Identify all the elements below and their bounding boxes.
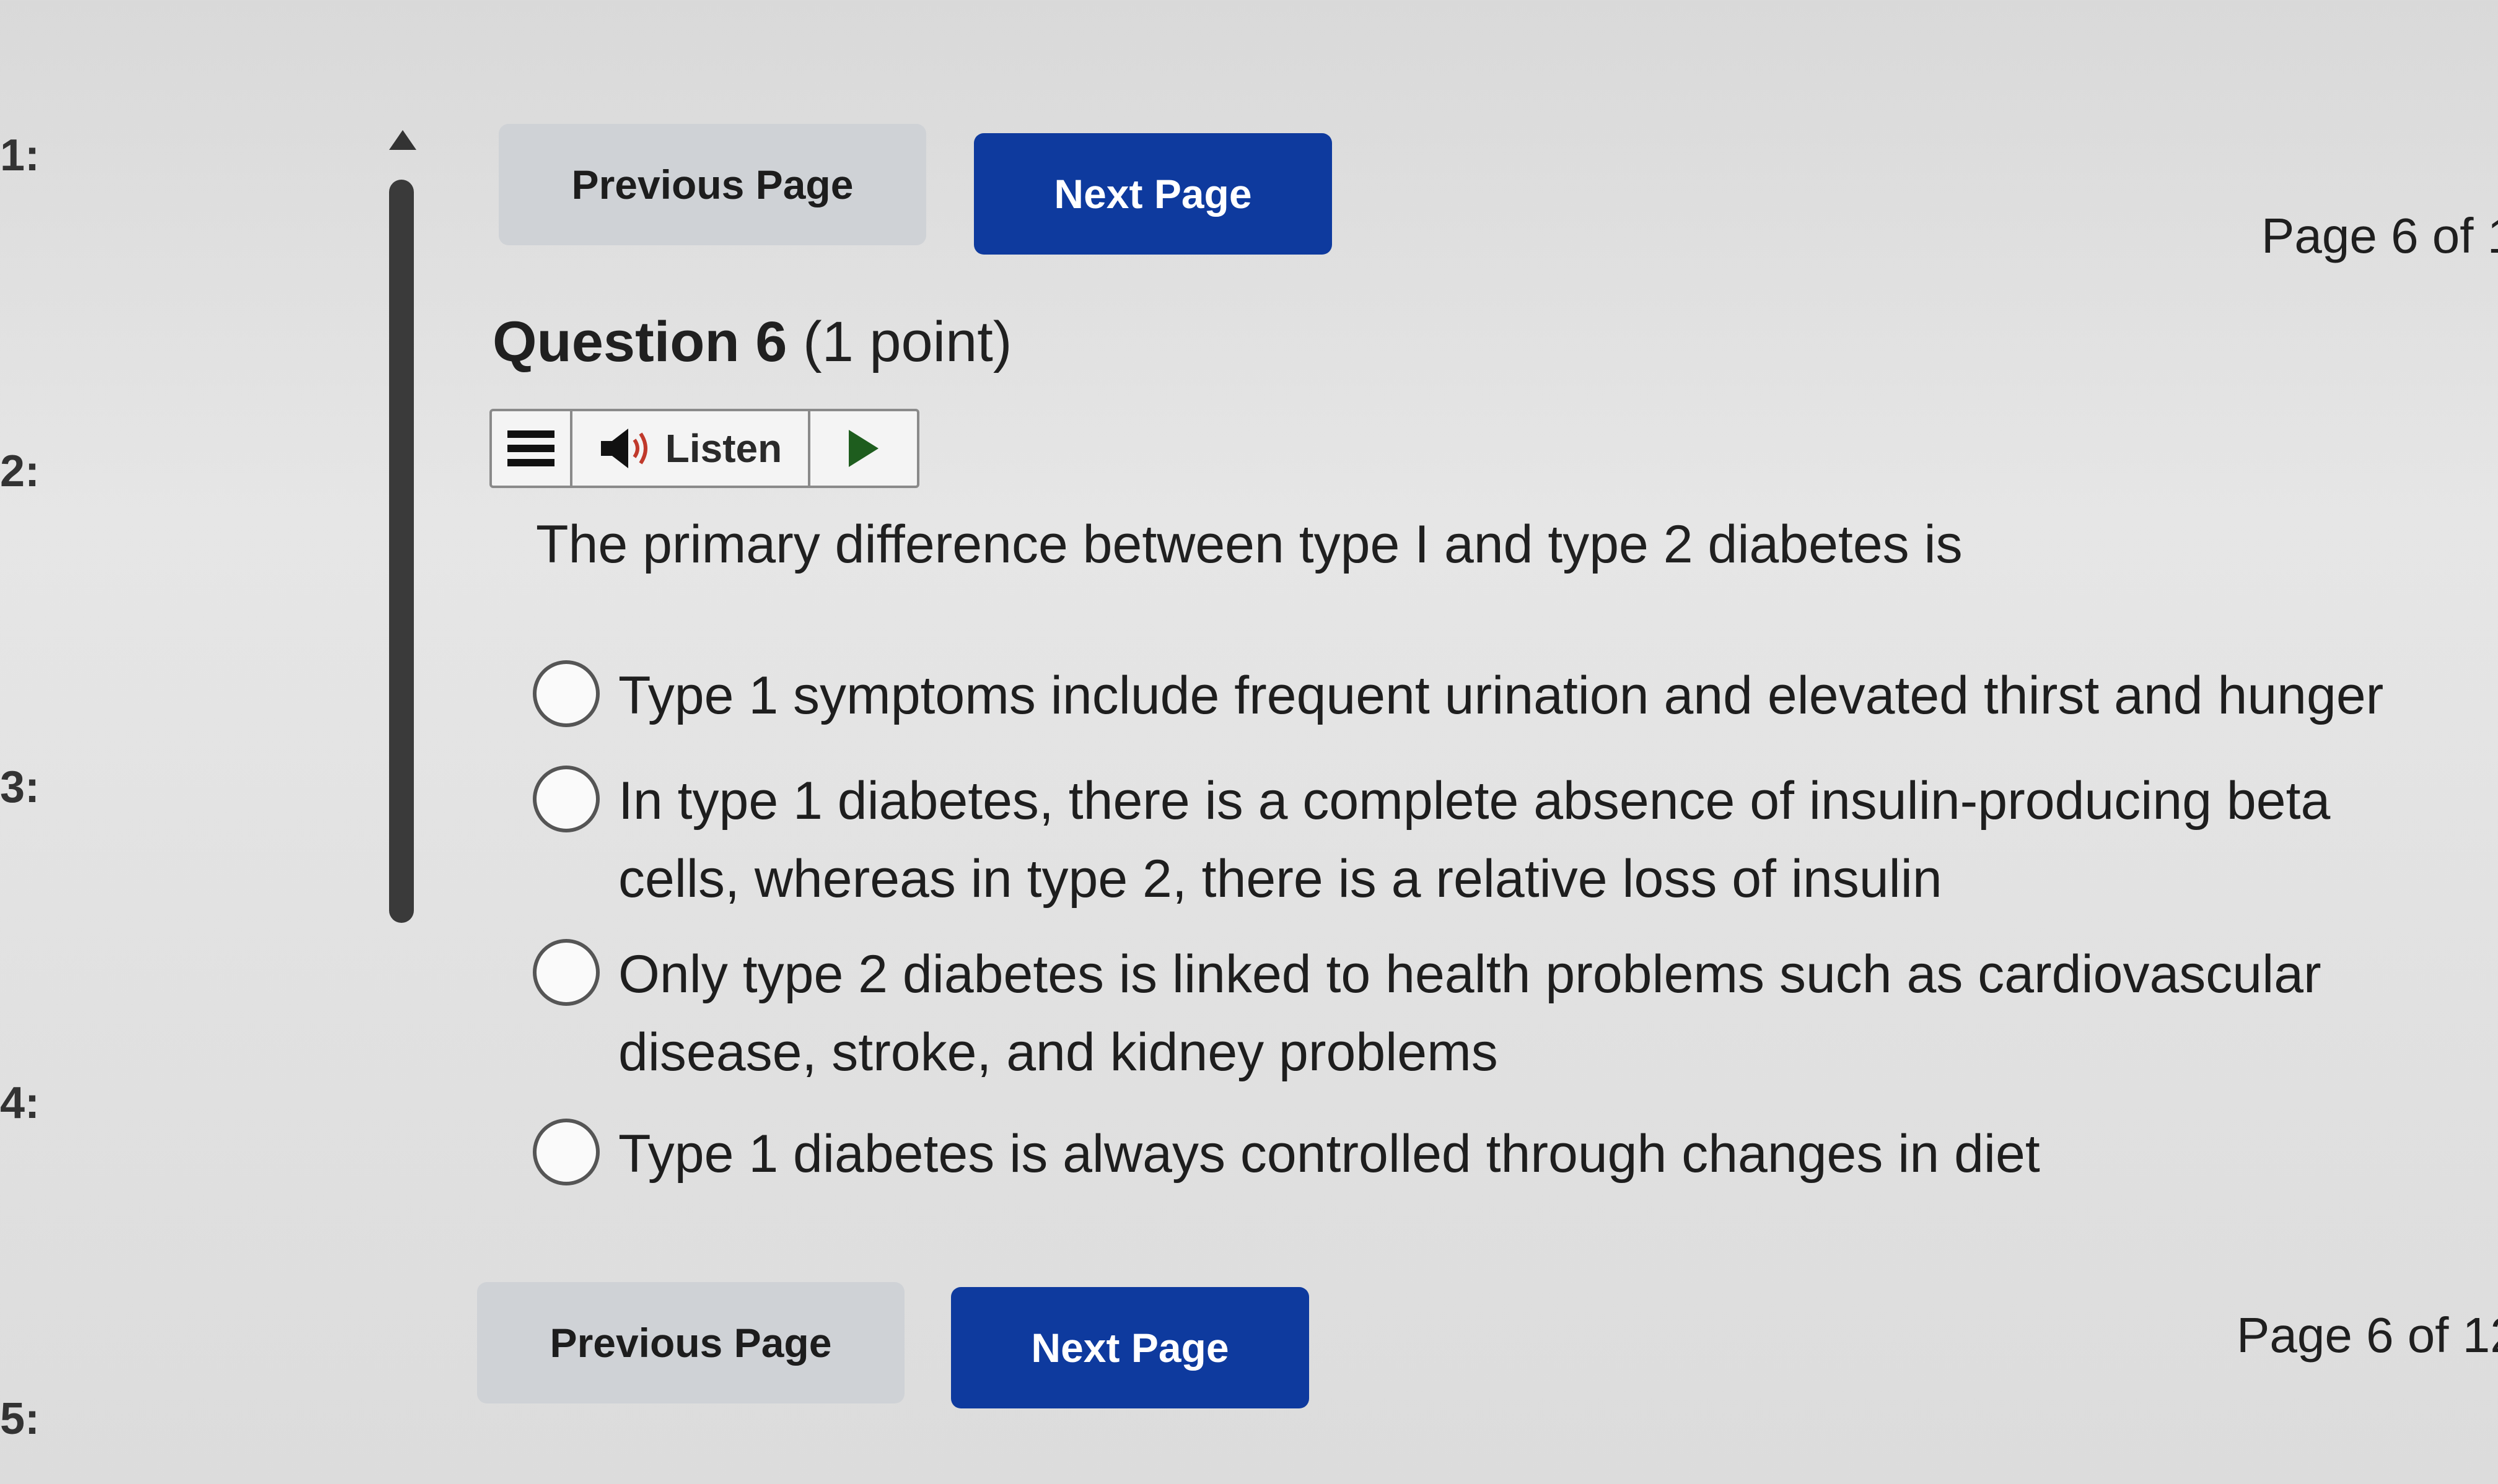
question-nav-item-2[interactable]: 2: — [0, 446, 40, 497]
next-page-button-top[interactable]: Next Page — [974, 133, 1332, 255]
next-page-button-bottom[interactable]: Next Page — [951, 1287, 1309, 1408]
answer-option-2-label: In type 1 diabetes, there is a complete … — [618, 771, 2331, 909]
play-button[interactable] — [810, 411, 917, 486]
play-icon — [849, 430, 879, 467]
question-text: The primary difference between type I an… — [536, 515, 1963, 574]
question-nav-item-4[interactable]: 4: — [0, 1078, 40, 1128]
scroll-up-arrow-icon[interactable] — [389, 130, 416, 150]
radio-button-2[interactable] — [533, 766, 600, 832]
answer-option-1-label: Type 1 symptoms include frequent urinati… — [618, 666, 2384, 725]
radio-button-1[interactable] — [533, 660, 600, 727]
toolbar-menu-button[interactable] — [492, 411, 572, 486]
question-points: (1 point) — [802, 310, 1012, 373]
radio-button-3[interactable] — [533, 939, 600, 1006]
answer-option-3-label: Only type 2 diabetes is linked to health… — [618, 945, 2321, 1082]
previous-page-button-bottom[interactable]: Previous Page — [477, 1282, 905, 1403]
question-nav-sidebar: 1: 2: 3: 4: 5: — [0, 0, 74, 1484]
scrollbar[interactable] — [389, 130, 416, 935]
question-title: Question 6 (1 point) — [493, 310, 1012, 375]
question-nav-item-1[interactable]: 1: — [0, 130, 40, 181]
answer-option-2[interactable]: In type 1 diabetes, there is a complete … — [533, 762, 2452, 918]
hamburger-menu-icon — [507, 430, 554, 466]
listen-button[interactable]: Listen — [572, 411, 810, 486]
question-nav-item-3[interactable]: 3: — [0, 762, 40, 813]
question-nav-item-5[interactable]: 5: — [0, 1394, 40, 1444]
speaker-icon — [600, 429, 647, 468]
listen-toolbar: Listen — [489, 409, 919, 488]
listen-label: Listen — [665, 426, 782, 471]
answer-option-4-label: Type 1 diabetes is always controlled thr… — [618, 1124, 2040, 1184]
previous-page-button-top[interactable]: Previous Page — [499, 124, 926, 245]
answer-option-3[interactable]: Only type 2 diabetes is linked to health… — [533, 935, 2452, 1091]
scrollbar-thumb[interactable] — [389, 180, 414, 923]
page-indicator-top: Page 6 of 1 — [2261, 208, 2498, 263]
answer-option-4[interactable]: Type 1 diabetes is always controlled thr… — [533, 1115, 2452, 1193]
page-indicator-bottom: Page 6 of 12 — [2237, 1307, 2498, 1363]
question-number: Question 6 — [493, 310, 787, 373]
radio-button-4[interactable] — [533, 1119, 600, 1185]
answer-option-1[interactable]: Type 1 symptoms include frequent urinati… — [533, 657, 2452, 735]
